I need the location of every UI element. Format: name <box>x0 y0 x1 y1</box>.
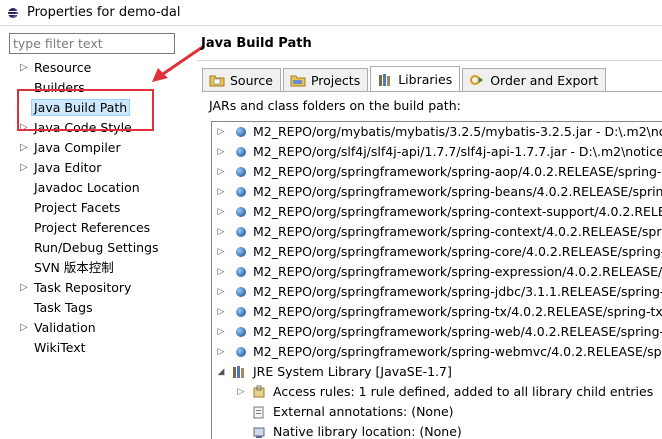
nav-item-run-debug-settings[interactable]: Run/Debug Settings <box>0 238 190 258</box>
nav-item-validation[interactable]: ▷ Validation <box>0 318 190 338</box>
title-bar: Properties for demo-dal <box>0 0 662 26</box>
chevron-right-icon[interactable]: ▷ <box>20 158 30 178</box>
jar-icon <box>236 167 246 177</box>
source-folder-icon <box>209 75 225 87</box>
divider <box>197 60 662 61</box>
nav-item-wikitext[interactable]: WikiText <box>0 338 190 358</box>
eclipse-icon <box>5 5 21 21</box>
list-item[interactable]: ▷ M2_REPO/org/springframework/spring-cont… <box>212 202 662 222</box>
libraries-icon <box>379 73 391 86</box>
jar-icon <box>236 247 246 257</box>
chevron-right-icon[interactable]: ▷ <box>20 278 30 298</box>
jar-icon <box>236 307 246 317</box>
jar-icon <box>236 207 246 217</box>
chevron-right-icon[interactable]: ▷ <box>216 302 226 322</box>
list-item[interactable]: ▷ M2_REPO/org/springframework/spring-aop/… <box>212 162 662 182</box>
jar-icon <box>236 287 246 297</box>
jar-icon <box>236 347 246 357</box>
chevron-right-icon[interactable]: ▷ <box>216 242 226 262</box>
list-item[interactable]: ▷ M2_REPO/org/slf4j/slf4j-api/1.7.7/slf4j… <box>212 142 662 162</box>
nav-item-project-references[interactable]: Project References <box>0 218 190 238</box>
access-rules-icon <box>253 385 265 398</box>
chevron-right-icon[interactable]: ▷ <box>216 322 226 342</box>
window-title: Properties for demo-dal <box>27 5 181 20</box>
chevron-right-icon[interactable]: ▷ <box>216 182 226 202</box>
nav-item-javadoc-location[interactable]: Javadoc Location <box>0 178 190 198</box>
chevron-right-icon[interactable]: ▷ <box>216 142 226 162</box>
list-item[interactable]: ▷ Access rules: 1 rule defined, added to… <box>212 382 662 402</box>
list-item[interactable]: ▷ M2_REPO/org/springframework/spring-core… <box>212 242 662 262</box>
annotation-highlight-box <box>17 89 154 131</box>
chevron-right-icon[interactable]: ▷ <box>216 122 226 142</box>
annotation-arrow-icon <box>152 44 205 82</box>
tab-order-and-export[interactable]: Order and Export <box>462 68 607 91</box>
list-item[interactable]: ▷ M2_REPO/org/springframework/spring-tx/4… <box>212 302 662 322</box>
jar-icon <box>236 147 246 157</box>
nav-item-java-compiler[interactable]: ▷ Java Compiler <box>0 138 190 158</box>
chevron-right-icon[interactable]: ▷ <box>216 282 226 302</box>
tab-source[interactable]: Source <box>202 68 281 91</box>
chevron-right-icon[interactable]: ▷ <box>20 138 30 158</box>
nav-item-task-repository[interactable]: ▷ Task Repository <box>0 278 190 298</box>
list-item[interactable]: ▷ M2_REPO/org/springframework/spring-cont… <box>212 222 662 242</box>
list-item[interactable]: ▷ M2_REPO/org/springframework/spring-web/… <box>212 322 662 342</box>
chevron-right-icon[interactable]: ▷ <box>20 318 30 338</box>
nav-item-java-editor[interactable]: ▷ Java Editor <box>0 158 190 178</box>
list-item[interactable]: ▷ M2_REPO/org/springframework/spring-webm… <box>212 342 662 362</box>
chevron-down-icon[interactable]: ◢ <box>216 362 226 382</box>
chevron-right-icon[interactable]: ▷ <box>216 262 226 282</box>
tab-libraries[interactable]: Libraries <box>370 66 461 92</box>
jar-icon <box>236 227 246 237</box>
jre-system-library[interactable]: ◢ JRE System Library [JavaSE-1.7] <box>212 362 662 382</box>
jars-label: JARs and class folders on the build path… <box>209 98 461 113</box>
tab-bar: Source Projects Libraries Order and Expo… <box>202 66 608 92</box>
projects-icon <box>290 75 306 87</box>
jar-icon <box>236 327 246 337</box>
list-item[interactable]: ▷ M2_REPO/org/mybatis/mybatis/3.2.5/mybat… <box>212 122 662 142</box>
list-item[interactable]: ▷ M2_REPO/org/springframework/spring-jdbc… <box>212 282 662 302</box>
build-path-list[interactable]: ▷ M2_REPO/org/mybatis/mybatis/3.2.5/mybat… <box>211 121 662 439</box>
list-item[interactable]: Native library location: (None) <box>212 422 662 439</box>
chevron-right-icon[interactable]: ▷ <box>216 222 226 242</box>
nav-item-task-tags[interactable]: Task Tags <box>0 298 190 318</box>
jar-icon <box>236 127 246 137</box>
chevron-right-icon[interactable]: ▷ <box>216 162 226 182</box>
annotations-icon <box>253 406 264 419</box>
order-export-icon <box>470 75 484 85</box>
chevron-right-icon[interactable]: ▷ <box>216 342 226 362</box>
chevron-right-icon[interactable]: ▷ <box>20 58 30 78</box>
tab-projects[interactable]: Projects <box>282 68 369 91</box>
chevron-right-icon[interactable]: ▷ <box>236 382 246 402</box>
nav-item-project-facets[interactable]: Project Facets <box>0 198 190 218</box>
chevron-right-icon[interactable]: ▷ <box>216 202 226 222</box>
jar-icon <box>236 187 246 197</box>
list-item[interactable]: ▷ M2_REPO/org/springframework/spring-bean… <box>212 182 662 202</box>
library-icon <box>233 366 244 378</box>
page-title: Java Build Path <box>201 36 312 51</box>
divider <box>202 91 662 92</box>
native-library-icon <box>253 427 265 438</box>
nav-item-svn[interactable]: SVN 版本控制 <box>0 258 190 278</box>
list-item[interactable]: External annotations: (None) <box>212 402 662 422</box>
jar-icon <box>236 267 246 277</box>
list-item[interactable]: ▷ M2_REPO/org/springframework/spring-expr… <box>212 262 662 282</box>
